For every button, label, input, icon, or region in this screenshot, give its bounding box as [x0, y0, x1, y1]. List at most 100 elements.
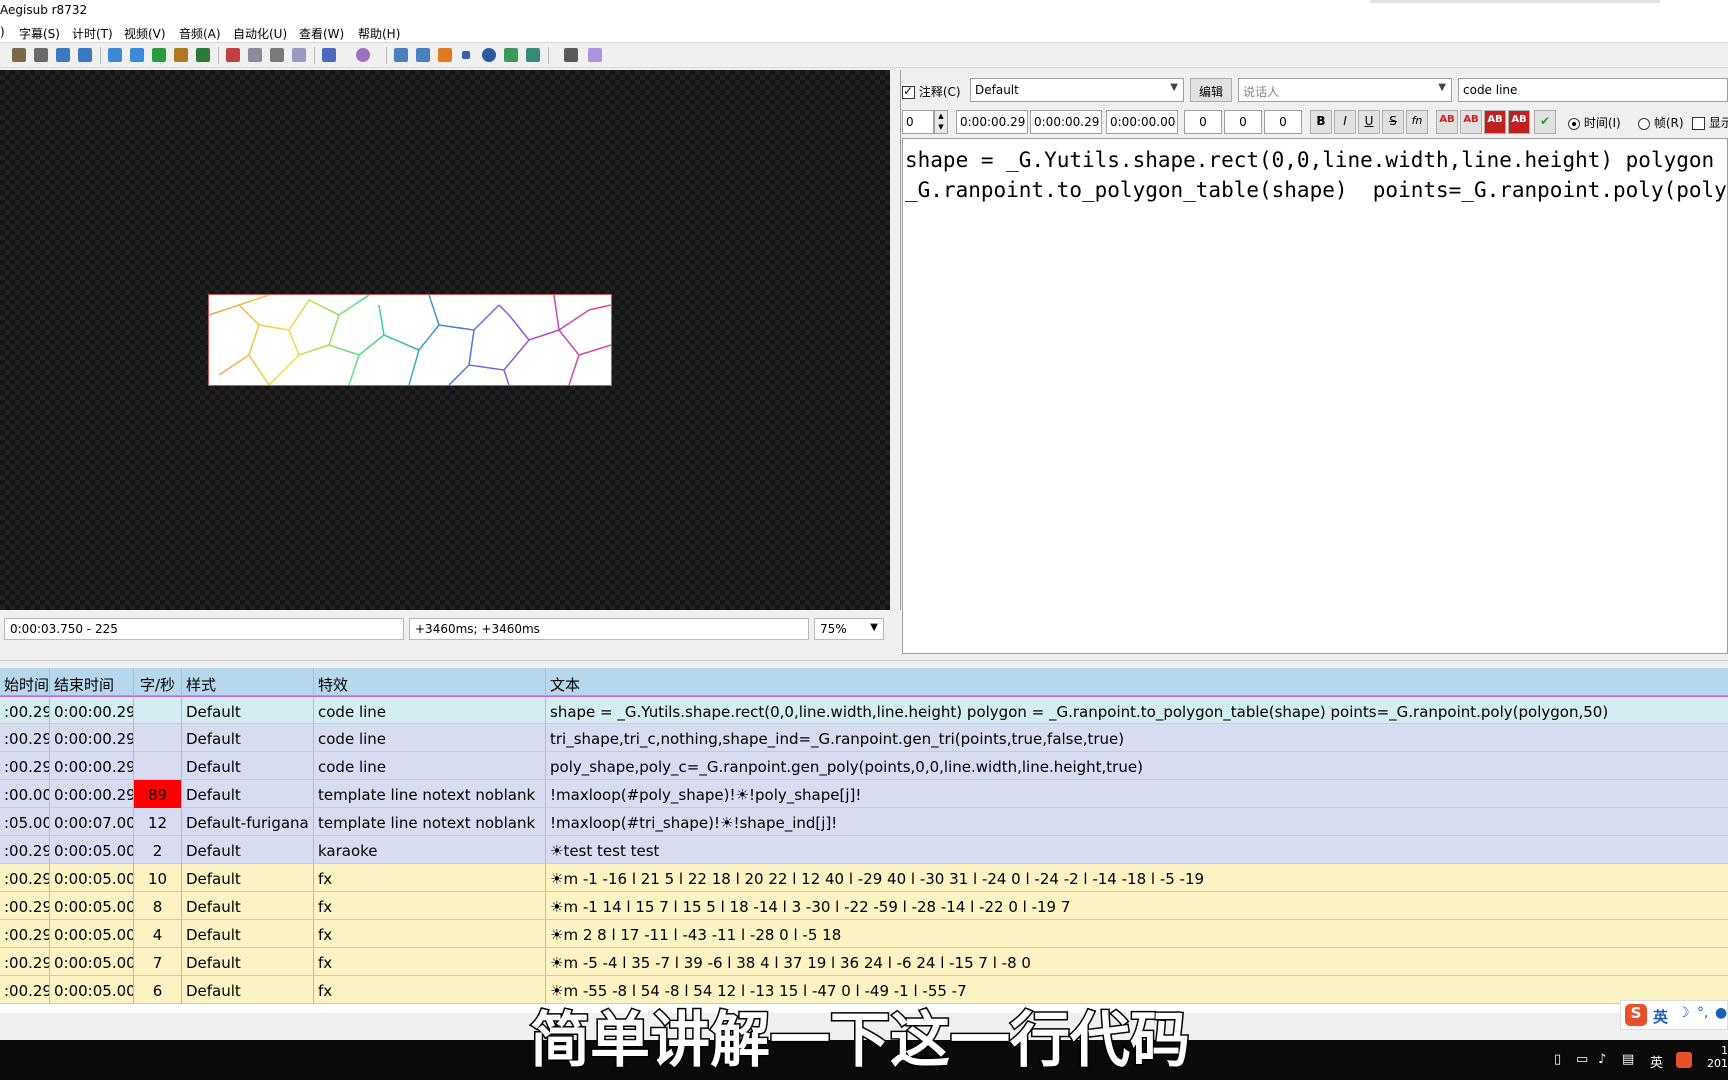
timing-tool-icon[interactable]	[12, 48, 26, 62]
battery-icon[interactable]: ▭	[1576, 1052, 1588, 1067]
font-button[interactable]: fn	[1406, 110, 1428, 134]
tag-icon[interactable]	[588, 48, 602, 62]
primary-color-button[interactable]: AB	[1436, 110, 1458, 134]
table-row[interactable]: :00.29 0:00:00.29 Default code line poly_sha…	[0, 752, 1728, 780]
video-details-icon[interactable]	[152, 48, 166, 62]
styles-manager-icon[interactable]	[226, 48, 240, 62]
column-header-effect[interactable]: 特效	[314, 668, 546, 696]
translation-assistant-icon[interactable]	[356, 48, 370, 62]
language-indicator[interactable]: 英	[1650, 1052, 1663, 1071]
film-strip-icon[interactable]	[174, 48, 188, 62]
margin-left-field[interactable]: 0	[1184, 110, 1222, 134]
microphone-icon[interactable]: ●	[1715, 1005, 1727, 1021]
edit-style-button[interactable]: 编辑	[1190, 78, 1232, 102]
menu-audio[interactable]: 音频(A)	[179, 25, 221, 42]
clock[interactable]: 1 201	[1702, 1044, 1728, 1070]
cell-start: :00.29	[0, 892, 50, 920]
subtitle-text-editor[interactable]: shape = _G.Yutils.shape.rect(0,0,line.wi…	[902, 138, 1728, 654]
menu-help[interactable]: 帮助(H)	[358, 25, 400, 42]
menu-video[interactable]: 视频(V)	[124, 25, 166, 42]
bold-button[interactable]: B	[1310, 110, 1332, 134]
cell-text: !maxloop(#tri_shape)!☀!shape_ind[j]!	[550, 814, 838, 832]
frame-radio-wrap[interactable]: 帧(R)	[1638, 114, 1684, 131]
attachments-icon[interactable]	[270, 48, 284, 62]
resample-icon[interactable]	[504, 48, 518, 62]
italic-button[interactable]: I	[1334, 110, 1356, 134]
show-original-wrap[interactable]: 显示	[1692, 114, 1728, 131]
kanji-timer-icon[interactable]	[438, 48, 452, 62]
panel-splitter[interactable]	[890, 70, 902, 660]
style-select[interactable]: Default ▼	[970, 78, 1184, 102]
effect-field[interactable]: code line	[1458, 78, 1728, 102]
timing-postprocessor-icon[interactable]	[416, 48, 430, 62]
properties-icon[interactable]	[248, 48, 262, 62]
layer-field[interactable]: 0	[902, 110, 934, 134]
video-display[interactable]	[0, 70, 890, 610]
table-row[interactable]: :00.29 0:00:05.00 8 Default fx ☀m -1 14 l 15 …	[0, 892, 1728, 920]
ime-mode[interactable]: 英	[1653, 1006, 1668, 1027]
commit-check-icon[interactable]: ✔	[1534, 110, 1556, 134]
menu-automation[interactable]: 自动化(U)	[233, 25, 287, 42]
end-time-field[interactable]: 0:00:00.29	[1030, 110, 1102, 134]
underline-button[interactable]: U	[1358, 110, 1380, 134]
show-original-checkbox[interactable]	[1692, 117, 1705, 130]
automation-icon[interactable]	[322, 48, 336, 62]
duration-field[interactable]: 0:00:00.00	[1106, 110, 1178, 134]
menu-timing[interactable]: 计时(T)	[72, 25, 113, 42]
sogou-tray-icon[interactable]	[1676, 1052, 1692, 1068]
column-header-start[interactable]: 始时间	[0, 668, 50, 696]
column-header-text[interactable]: 文本	[546, 668, 1728, 696]
jump-to-icon[interactable]	[108, 48, 122, 62]
table-row[interactable]: :00.29 0:00:05.00 4 Default fx ☀m 2 8 l 17 -1…	[0, 920, 1728, 948]
cell-effect: fx	[314, 948, 546, 976]
table-row[interactable]: :00.29 0:00:05.00 2 Default karaoke ☀test tes…	[0, 836, 1728, 864]
tools-icon[interactable]	[564, 48, 578, 62]
ime-toolbar[interactable]: S 英 ☽ °, ●	[1620, 1000, 1728, 1030]
table-row[interactable]: :00.29 0:00:05.00 10 Default fx ☀m -1 -16 l 2…	[0, 864, 1728, 892]
table-row[interactable]: :00.00 0:00:00.29 89 Default template line n…	[0, 780, 1728, 808]
subtitle-grid[interactable]: 始时间 结束时间 字/秒 样式 特效 文本 :00.29 0:00:00.29 De…	[0, 668, 1728, 1013]
grid-splitter[interactable]	[0, 660, 1728, 668]
secondary-color-button[interactable]: AB	[1460, 110, 1482, 134]
margin-vertical-field[interactable]: 0	[1264, 110, 1302, 134]
spell-check-icon[interactable]	[526, 48, 540, 62]
table-row[interactable]: :05.00 0:00:07.00 12 Default-furigana templa…	[0, 808, 1728, 836]
margin-right-field[interactable]: 0	[1224, 110, 1262, 134]
save-as-icon[interactable]	[78, 48, 92, 62]
table-row[interactable]: :00.29 0:00:00.29 Default code line tri_shap…	[0, 724, 1728, 752]
fonts-collector-icon[interactable]	[292, 48, 306, 62]
video-clip-icon[interactable]	[196, 48, 210, 62]
column-header-end[interactable]: 结束时间	[50, 668, 134, 696]
jump-start-icon[interactable]	[130, 48, 144, 62]
menu-subtitle[interactable]: 字幕(S)	[19, 25, 60, 42]
table-row[interactable]: :00.29 0:00:00.29 Default code line shape = …	[0, 696, 1728, 725]
table-row[interactable]: :00.29 0:00:05.00 7 Default fx ☀m -5 -4 l 35 …	[0, 948, 1728, 976]
volume-icon[interactable]: ♪	[1598, 1052, 1606, 1067]
zoom-select[interactable]: 75% ▼	[814, 618, 884, 640]
clock-icon[interactable]	[482, 48, 496, 62]
usb-icon[interactable]: ▯	[1554, 1052, 1561, 1067]
outline-color-button[interactable]: AB	[1484, 110, 1506, 134]
shift-times-icon[interactable]	[394, 48, 408, 62]
shadow-color-button[interactable]: AB	[1508, 110, 1530, 134]
time-radio-wrap[interactable]: 时间(I)	[1568, 114, 1621, 131]
save-icon[interactable]	[56, 48, 70, 62]
toolbar-separator	[314, 47, 315, 64]
actor-select[interactable]: 说话人 ▼	[1238, 78, 1452, 102]
column-header-cps[interactable]: 字/秒	[134, 668, 182, 696]
punctuation-icon[interactable]: °,	[1697, 1005, 1708, 1021]
menu-view[interactable]: 查看(W)	[299, 25, 344, 42]
stop-icon[interactable]	[462, 51, 470, 59]
time-radio[interactable]	[1568, 117, 1580, 130]
menu-file-fragment[interactable]: )	[0, 25, 5, 39]
moon-icon[interactable]: ☽	[1677, 1005, 1690, 1021]
search-icon[interactable]	[34, 48, 48, 62]
comment-checkbox[interactable]	[902, 84, 915, 99]
column-header-style[interactable]: 样式	[182, 668, 314, 696]
network-icon[interactable]: ▤	[1622, 1052, 1634, 1067]
layer-spin-buttons[interactable]: ▲ ▼	[934, 110, 948, 134]
frame-radio[interactable]	[1638, 117, 1650, 130]
comment-checkbox-wrap[interactable]: 注释(C)	[902, 78, 962, 102]
start-time-field[interactable]: 0:00:00.29	[956, 110, 1028, 134]
strikeout-button[interactable]: S	[1382, 110, 1404, 134]
